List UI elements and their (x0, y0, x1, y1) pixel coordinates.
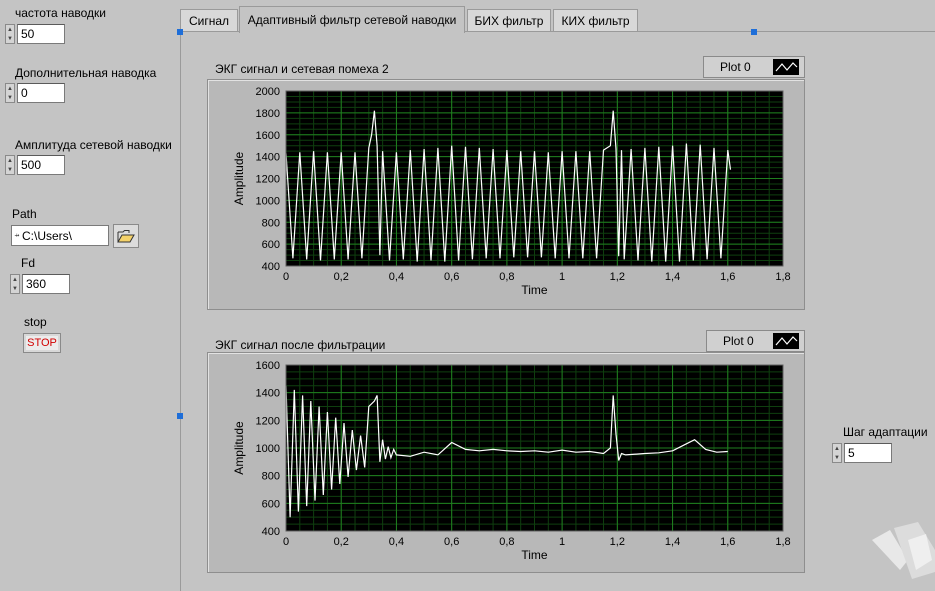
noise-freq-input[interactable]: 50 (17, 24, 65, 44)
down-arrow-icon[interactable]: ▼ (6, 93, 14, 102)
noise-amp-label: Амплитуда сетевой наводки (15, 138, 172, 152)
tab-adaptive-filter[interactable]: Адаптивный фильтр сетевой наводки (239, 6, 465, 33)
x-tick-label: 0,4 (389, 536, 404, 548)
y-tick-label: 2000 (256, 86, 280, 98)
plot-line-swatch-icon (773, 59, 799, 75)
y-tick-label: 1000 (256, 443, 280, 455)
x-axis-title: Time (521, 283, 548, 297)
y-tick-label: 1400 (256, 388, 280, 400)
y-tick-label: 1800 (256, 108, 280, 120)
fd-stepper[interactable]: ▲ ▼ (10, 274, 20, 294)
selection-handle[interactable] (177, 413, 183, 419)
x-tick-label: 1,4 (665, 536, 680, 548)
y-tick-label: 1400 (256, 152, 280, 164)
graph1-legend[interactable]: Plot 0 (703, 56, 805, 78)
step-input[interactable]: 5 (844, 443, 892, 463)
graph1-plot[interactable]: 0 0,2 0,4 0,6 0,8 1 1,2 1,4 1,6 1,8 400 600 800 1000 1… (207, 79, 805, 310)
folder-icon (117, 230, 135, 243)
x-tick-label: 1 (559, 536, 565, 548)
tab-signal[interactable]: Сигнал (180, 9, 238, 31)
x-tick-label: 0,6 (444, 271, 459, 283)
tab-iir-filter[interactable]: БИХ фильтр (467, 9, 551, 31)
y-axis-title: Amplitude (232, 421, 246, 475)
fd-label: Fd (21, 256, 36, 270)
x-tick-label: 0 (283, 271, 289, 283)
down-arrow-icon[interactable]: ▼ (6, 165, 14, 174)
stop-label: stop (24, 315, 47, 329)
extra-noise-control[interactable]: ▲ ▼ 0 (5, 83, 65, 103)
x-tick-label: 0,8 (499, 536, 514, 548)
y-tick-label: 600 (262, 239, 280, 251)
path-type-icon: ⍆ (14, 230, 20, 241)
up-arrow-icon[interactable]: ▲ (6, 25, 14, 34)
fd-control[interactable]: ▲ ▼ 360 (10, 274, 70, 294)
graph1-frame: 0 0,2 0,4 0,6 0,8 1 1,2 1,4 1,6 1,8 400 600 800 1000 1… (207, 79, 805, 310)
x-tick-label: 1,6 (720, 271, 735, 283)
ni-logo-icon (872, 522, 935, 579)
browse-folder-button[interactable] (113, 224, 139, 248)
up-arrow-icon[interactable]: ▲ (11, 275, 19, 284)
graph1-legend-label: Plot 0 (720, 60, 751, 74)
x-tick-label: 1,6 (720, 536, 735, 548)
y-tick-label: 400 (262, 261, 280, 273)
y-tick-label: 400 (262, 526, 280, 538)
tab-fir-filter[interactable]: КИХ фильтр (553, 9, 638, 31)
x-tick-label: 1 (559, 271, 565, 283)
y-axis-title: Amplitude (232, 152, 246, 206)
graph2-legend-label: Plot 0 (723, 334, 754, 348)
noise-amp-control[interactable]: ▲ ▼ 500 (5, 155, 65, 175)
stop-button[interactable]: STOP (23, 333, 61, 353)
noise-amp-stepper[interactable]: ▲ ▼ (5, 155, 15, 175)
down-arrow-icon[interactable]: ▼ (833, 453, 841, 462)
up-arrow-icon[interactable]: ▲ (6, 84, 14, 93)
noise-freq-label: частота наводки (15, 6, 106, 20)
graph2-legend[interactable]: Plot 0 (706, 330, 805, 352)
path-input[interactable]: ⍆ C:\Users\ (11, 225, 109, 246)
y-tick-label: 1200 (256, 174, 280, 186)
selection-handle[interactable] (751, 29, 757, 35)
x-tick-label: 0 (283, 536, 289, 548)
x-tick-label: 0,2 (334, 271, 349, 283)
noise-amp-input[interactable]: 500 (17, 155, 65, 175)
y-tick-label: 1200 (256, 415, 280, 427)
selection-handle[interactable] (177, 29, 183, 35)
graph1-title: ЭКГ сигнал и сетевая помеха 2 (215, 62, 389, 76)
graph2-frame: 0 0,2 0,4 0,6 0,8 1 1,2 1,4 1,6 1,8 400 600 800 1000 1… (207, 352, 805, 573)
path-value: C:\Users\ (22, 228, 73, 243)
x-tick-label: 1,2 (610, 271, 625, 283)
step-control[interactable]: ▲ ▼ 5 (832, 443, 892, 463)
x-tick-label: 0,8 (499, 271, 514, 283)
noise-freq-stepper[interactable]: ▲ ▼ (5, 24, 15, 44)
extra-noise-label: Дополнительная наводка (15, 66, 157, 80)
extra-noise-input[interactable]: 0 (17, 83, 65, 103)
graph2-title: ЭКГ сигнал после фильтрации (215, 338, 386, 352)
x-tick-label: 1,2 (610, 536, 625, 548)
down-arrow-icon[interactable]: ▼ (6, 34, 14, 43)
path-label: Path (12, 207, 37, 221)
y-tick-label: 1000 (256, 195, 280, 207)
step-stepper[interactable]: ▲ ▼ (832, 443, 842, 463)
down-arrow-icon[interactable]: ▼ (11, 284, 19, 293)
y-tick-label: 800 (262, 217, 280, 229)
plot-line-swatch-icon (773, 333, 799, 349)
y-tick-label: 1600 (256, 360, 280, 372)
y-tick-label: 1600 (256, 130, 280, 142)
x-tick-label: 1,8 (775, 536, 790, 548)
fd-input[interactable]: 360 (22, 274, 70, 294)
up-arrow-icon[interactable]: ▲ (833, 444, 841, 453)
x-axis-title: Time (521, 548, 548, 562)
x-tick-label: 0,2 (334, 536, 349, 548)
x-tick-label: 1,8 (775, 271, 790, 283)
graph2-plot[interactable]: 0 0,2 0,4 0,6 0,8 1 1,2 1,4 1,6 1,8 400 600 800 1000 1… (207, 352, 805, 573)
y-tick-label: 600 (262, 498, 280, 510)
x-tick-label: 1,4 (665, 271, 680, 283)
step-label: Шаг адаптации (843, 425, 928, 439)
y-tick-label: 800 (262, 471, 280, 483)
x-tick-label: 0,6 (444, 536, 459, 548)
up-arrow-icon[interactable]: ▲ (6, 156, 14, 165)
x-tick-label: 0,4 (389, 271, 404, 283)
noise-freq-control[interactable]: ▲ ▼ 50 (5, 24, 65, 44)
extra-noise-stepper[interactable]: ▲ ▼ (5, 83, 15, 103)
